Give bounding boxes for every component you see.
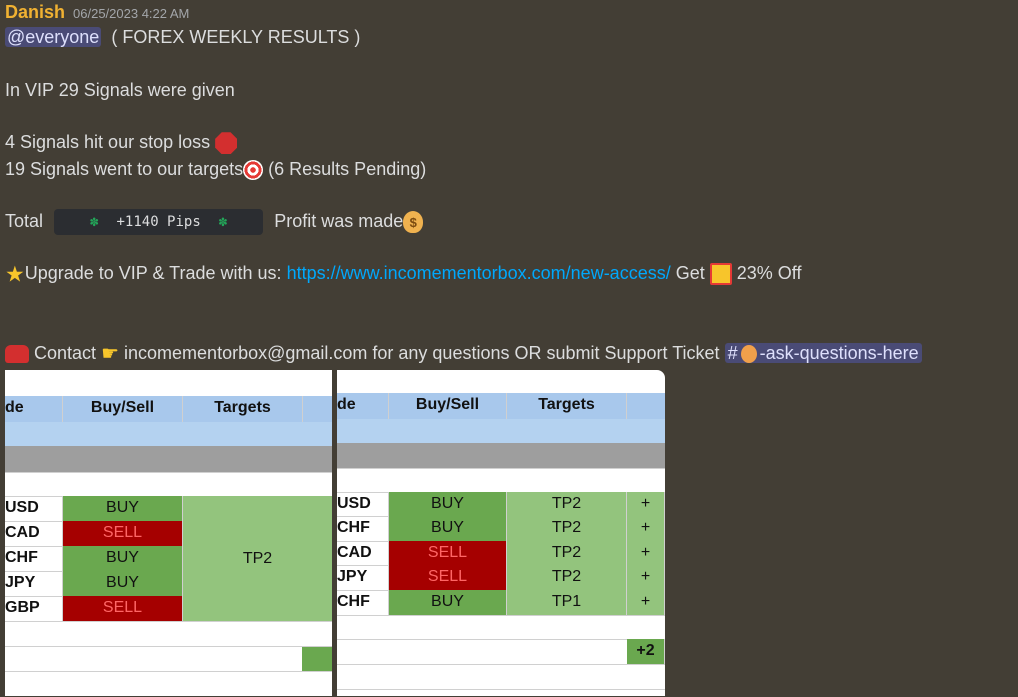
- message-timestamp: 06/25/2023 4:22 AM: [73, 6, 190, 21]
- target-cell: TP1: [507, 590, 627, 615]
- table-row: CAD SELL TP2 +: [337, 541, 665, 566]
- pair-cell: JPY: [337, 565, 389, 590]
- header-buy-sell: Buy/Sell: [63, 396, 183, 422]
- gift-icon: [709, 263, 732, 286]
- side-cell: BUY: [63, 546, 183, 571]
- sheet-row-blank: [337, 664, 665, 690]
- result-cell: +: [627, 492, 665, 516]
- discount-text: 23% Off: [736, 263, 802, 283]
- side-cell: BUY: [63, 571, 183, 596]
- pips-code-block: ✽ +1140 Pips ✽: [54, 209, 264, 235]
- stop-sign-icon: [215, 132, 238, 155]
- stop-loss-line: 4 Signals hit our stop loss: [5, 131, 238, 155]
- channel-name: -ask-questions-here: [759, 343, 919, 363]
- target-icon: [243, 160, 264, 181]
- stop-loss-text: 4 Signals hit our stop loss: [5, 132, 211, 152]
- table-row: CHF BUY TP1 +: [337, 590, 665, 616]
- clover-icon: ✽: [90, 214, 99, 230]
- pair-cell: CAD: [5, 521, 63, 546]
- result-cell: +: [627, 590, 665, 615]
- target-cell: TP2: [507, 492, 627, 516]
- vip-link[interactable]: https://www.incomementorbox.com/new-acce…: [287, 263, 671, 283]
- sheet-row-blank: [337, 468, 665, 493]
- message-header: Danish 06/25/2023 4:22 AM: [5, 1, 189, 25]
- pair-cell: CHF: [5, 546, 63, 571]
- header-targets: Targets: [507, 393, 627, 419]
- side-cell: BUY: [63, 496, 183, 521]
- target-cell: TP2: [507, 516, 627, 541]
- pair-cell: USD: [5, 496, 63, 521]
- total-line: Total ✽ +1140 Pips ✽ Profit was made $: [5, 209, 424, 235]
- side-cell: SELL: [389, 565, 507, 590]
- sheet-row-blue: [5, 422, 332, 447]
- pair-cell: GBP: [5, 596, 63, 621]
- profit-text: Profit was made: [274, 210, 404, 231]
- email-text: incomementorbox@gmail.com for any questi…: [124, 343, 720, 363]
- side-cell: BUY: [389, 590, 507, 615]
- channel-link[interactable]: # -ask-questions-here: [724, 343, 922, 364]
- total-cell-partial: [302, 647, 332, 671]
- sheet-row-blank: [5, 370, 332, 397]
- spreadsheet-image-1[interactable]: de Buy/Sell Targets USD BUY CAD SELL CHF…: [5, 370, 332, 696]
- sheet-row-blank: [337, 370, 665, 394]
- result-cell: +: [627, 541, 665, 565]
- vip-line: In VIP 29 Signals were given: [5, 80, 235, 100]
- contact-line: Contact ☛ incomementorbox@gmail.com for …: [5, 342, 922, 365]
- author-name[interactable]: Danish: [5, 2, 65, 22]
- telephone-icon: [5, 345, 29, 364]
- pips-value: +1140 Pips: [116, 214, 201, 230]
- total-cell: +2: [627, 639, 665, 664]
- message-title-line: @everyone ( FOREX WEEKLY RESULTS ): [5, 26, 360, 48]
- spreadsheet-image-2[interactable]: de Buy/Sell Targets USD BUY TP2 + CHF BU…: [337, 370, 665, 696]
- pair-cell: CAD: [337, 541, 389, 565]
- sheet-row-gray: [5, 446, 332, 473]
- result-cell: +: [627, 565, 665, 590]
- sheet-row-blue: [337, 419, 665, 444]
- side-cell: SELL: [63, 521, 183, 546]
- table-row: USD BUY TP2 +: [337, 492, 665, 517]
- sheet-header-row: de Buy/Sell Targets: [337, 393, 665, 420]
- message-title: ( FOREX WEEKLY RESULTS ): [111, 27, 361, 47]
- table-row: CHF BUY TP2 +: [337, 516, 665, 542]
- pending-text: (6 Results Pending): [268, 159, 427, 179]
- sheet-row-blank: [5, 646, 332, 672]
- side-cell: BUY: [389, 516, 507, 541]
- target-cell: TP2: [507, 541, 627, 565]
- side-cell: SELL: [389, 541, 507, 565]
- sheet-header-row: de Buy/Sell Targets: [5, 396, 332, 423]
- upgrade-line: ★Upgrade to VIP & Trade with us: https:/…: [5, 261, 802, 287]
- money-bag-icon: $: [403, 211, 424, 233]
- header-pair: de: [337, 393, 389, 419]
- pair-cell: JPY: [5, 571, 63, 596]
- table-row: JPY SELL TP2 +: [337, 565, 665, 591]
- get-text: Get: [675, 263, 705, 283]
- pair-cell: CHF: [337, 590, 389, 615]
- pair-cell: USD: [337, 492, 389, 516]
- result-cell: +: [627, 516, 665, 541]
- side-cell: BUY: [389, 492, 507, 516]
- sheet-row-blank: [337, 615, 665, 640]
- pair-cell: CHF: [337, 516, 389, 541]
- header-pair: de: [5, 396, 63, 422]
- sheet-row-total: +2: [337, 639, 665, 665]
- everyone-mention[interactable]: @everyone: [5, 27, 102, 47]
- total-label: Total: [5, 210, 44, 231]
- pointing-hand-icon: ☛: [101, 343, 120, 366]
- hash-icon: #: [727, 343, 738, 363]
- header-targets: Targets: [183, 396, 303, 422]
- targets-line: 19 Signals went to our targets (6 Result…: [5, 158, 427, 181]
- merged-target-cell: TP2: [183, 496, 332, 621]
- targets-text: 19 Signals went to our targets: [5, 159, 244, 179]
- upgrade-text: Upgrade to VIP & Trade with us:: [24, 263, 282, 283]
- contact-text: Contact: [34, 343, 97, 363]
- sheet-row-blank: [5, 621, 332, 647]
- header-buy-sell: Buy/Sell: [389, 393, 507, 419]
- side-cell: SELL: [63, 596, 183, 621]
- raising-hand-icon: [740, 345, 757, 364]
- clover-icon: ✽: [218, 214, 228, 230]
- sheet-row-blank: [5, 472, 332, 497]
- target-cell: TP2: [507, 565, 627, 590]
- sheet-row-gray: [337, 443, 665, 469]
- star-icon: ★: [5, 261, 25, 287]
